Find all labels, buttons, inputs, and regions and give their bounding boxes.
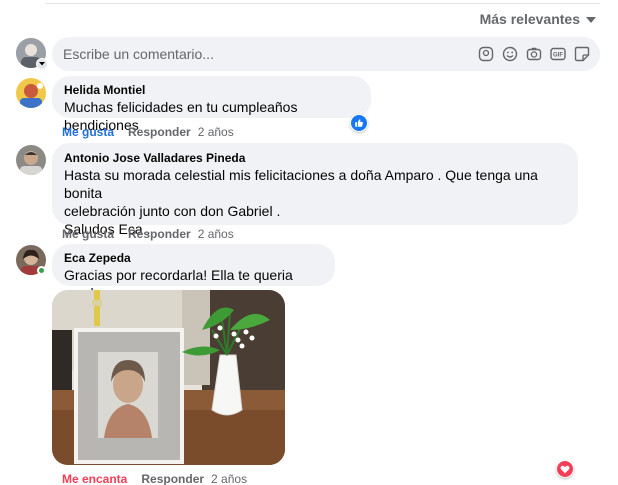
gif-icon[interactable]: GIF (550, 46, 566, 62)
comment-actions: Me encanta Responder 2 años (62, 472, 247, 485)
sticker-icon[interactable] (574, 46, 590, 62)
love-reaction-icon[interactable] (556, 460, 574, 478)
avatar-sticker-icon[interactable] (478, 46, 494, 62)
divider (45, 3, 600, 4)
comment-bubble: Antonio Jose Valladares Pineda Hasta su … (52, 143, 578, 237)
comment-timestamp[interactable]: 2 años (211, 472, 247, 485)
like-reaction-icon[interactable] (350, 114, 368, 132)
comment-input[interactable] (63, 46, 463, 62)
reply-button[interactable]: Responder (141, 472, 204, 485)
avatar-chevron-icon[interactable] (36, 58, 48, 70)
comment-author[interactable]: Eca Zepeda (64, 250, 323, 266)
sort-label: Más relevantes (479, 11, 580, 27)
avatar[interactable] (16, 145, 46, 175)
like-button[interactable]: Me gusta (62, 227, 114, 241)
comment-composer[interactable]: GIF (52, 37, 600, 71)
comment-bubble: Helida Montiel Muchas felicidades en tu … (52, 76, 371, 133)
comment-bubble: Eca Zepeda Gracias por recordarla! Ella … (52, 244, 335, 301)
caret-down-icon (586, 17, 596, 23)
comment-timestamp[interactable]: 2 años (198, 227, 234, 241)
online-status-dot (37, 266, 46, 275)
camera-icon[interactable] (526, 46, 542, 62)
comment-timestamp[interactable]: 2 años (198, 125, 234, 139)
like-button[interactable]: Me gusta (62, 125, 114, 139)
reply-button[interactable]: Responder (128, 125, 191, 139)
svg-text:GIF: GIF (553, 53, 563, 59)
avatar[interactable] (16, 78, 46, 108)
comment-actions: Me gusta Responder 2 años (62, 227, 234, 241)
comment-author[interactable]: Antonio Jose Valladares Pineda (64, 150, 566, 166)
sort-dropdown[interactable]: Más relevantes (480, 11, 596, 27)
comment-author[interactable]: Helida Montiel (64, 82, 359, 98)
reply-button[interactable]: Responder (128, 227, 191, 241)
love-button[interactable]: Me encanta (62, 472, 127, 485)
comment-actions: Me gusta Responder 2 años (62, 125, 234, 139)
comment-photo[interactable] (52, 290, 285, 465)
emoji-icon[interactable] (502, 46, 518, 62)
